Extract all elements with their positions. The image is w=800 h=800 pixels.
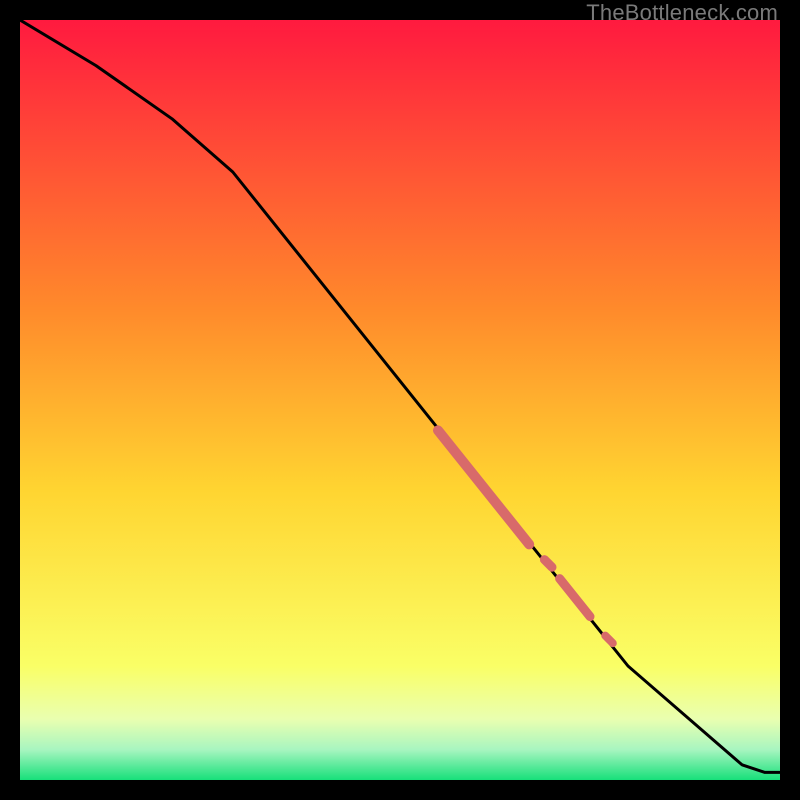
watermark-text: TheBottleneck.com bbox=[586, 0, 778, 26]
bottleneck-chart bbox=[20, 20, 780, 780]
gradient-background bbox=[20, 20, 780, 780]
chart-container: TheBottleneck.com bbox=[0, 0, 800, 800]
dot-2 bbox=[605, 636, 613, 644]
dot-1 bbox=[544, 560, 552, 568]
